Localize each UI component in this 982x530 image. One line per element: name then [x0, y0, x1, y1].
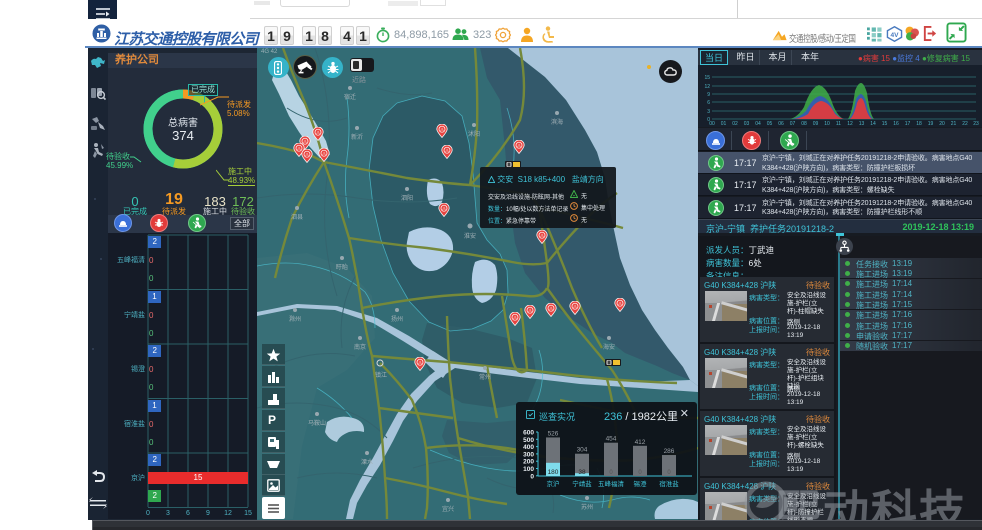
svg-text:17: 17: [905, 121, 911, 127]
svg-text:淮安: 淮安: [464, 232, 476, 240]
svg-text:泗县: 泗县: [291, 213, 303, 221]
svg-text:06: 06: [778, 121, 784, 127]
svg-text:412: 412: [635, 439, 646, 446]
svg-text:14: 14: [870, 121, 876, 127]
svg-text:镇江: 镇江: [375, 371, 387, 379]
svg-text:13: 13: [859, 121, 865, 127]
svg-text:300: 300: [523, 451, 534, 458]
svg-text:600: 600: [523, 430, 534, 437]
svg-text:4V: 4V: [890, 32, 899, 39]
svg-text:180: 180: [548, 469, 559, 476]
svg-text:12: 12: [847, 121, 853, 127]
svg-text:09: 09: [813, 121, 819, 127]
svg-text:22: 22: [962, 121, 968, 127]
svg-text:400: 400: [523, 444, 534, 451]
svg-text:23: 23: [973, 121, 979, 127]
svg-text:11: 11: [836, 121, 841, 127]
svg-text:马鞍山: 马鞍山: [308, 419, 326, 427]
svg-text:200: 200: [523, 459, 534, 466]
svg-text:10: 10: [824, 121, 830, 127]
svg-text:6: 6: [707, 100, 710, 106]
svg-text:02: 02: [732, 121, 738, 127]
svg-text:12: 12: [704, 84, 710, 90]
svg-text:海安: 海安: [603, 343, 615, 351]
svg-text:21: 21: [951, 121, 957, 127]
svg-text:滨海: 滨海: [551, 118, 563, 126]
svg-text:3: 3: [707, 109, 710, 115]
svg-text:03: 03: [744, 121, 750, 127]
svg-text:0: 0: [530, 473, 534, 480]
svg-text:9: 9: [707, 92, 710, 98]
svg-text:500: 500: [523, 437, 534, 444]
svg-text:100: 100: [523, 466, 534, 473]
svg-text:苏州: 苏州: [581, 503, 593, 511]
svg-text:07: 07: [790, 121, 796, 127]
svg-text:18: 18: [916, 121, 922, 127]
svg-text:宿迁: 宿迁: [344, 93, 356, 101]
svg-text:滁州: 滁州: [289, 315, 301, 323]
svg-text:新沂: 新沂: [351, 133, 363, 141]
svg-text:454: 454: [606, 436, 617, 443]
svg-text:38: 38: [578, 469, 586, 476]
svg-text:南京: 南京: [354, 343, 366, 351]
svg-text:锡澄: 锡澄: [634, 479, 648, 488]
svg-text:15: 15: [704, 75, 710, 81]
svg-text:京沪: 京沪: [547, 479, 560, 488]
svg-text:05: 05: [767, 121, 773, 127]
svg-text:宿淮盐: 宿淮盐: [659, 479, 679, 488]
svg-text:常州: 常州: [479, 373, 491, 381]
svg-text:五峰福清: 五峰福清: [598, 479, 625, 488]
svg-text:16: 16: [893, 121, 899, 127]
svg-text:沭阳: 沭阳: [468, 130, 480, 138]
svg-text:304: 304: [577, 447, 588, 454]
svg-text:286: 286: [664, 448, 675, 455]
svg-text:宁靖盐: 宁靖盐: [572, 479, 592, 488]
svg-text:泗阳: 泗阳: [401, 194, 413, 202]
svg-text:15: 15: [882, 121, 888, 127]
svg-text:01: 01: [721, 121, 727, 127]
svg-text:19: 19: [928, 121, 934, 127]
svg-text:00: 00: [709, 121, 715, 127]
svg-text:溧水: 溧水: [361, 458, 373, 466]
svg-text:526: 526: [548, 430, 559, 437]
svg-text:扬州: 扬州: [391, 315, 403, 323]
svg-text:盱眙: 盱眙: [336, 263, 348, 271]
svg-text:宜兴: 宜兴: [442, 505, 454, 513]
svg-text:20: 20: [939, 121, 945, 127]
svg-text:04: 04: [755, 121, 761, 127]
svg-text:08: 08: [801, 121, 807, 127]
